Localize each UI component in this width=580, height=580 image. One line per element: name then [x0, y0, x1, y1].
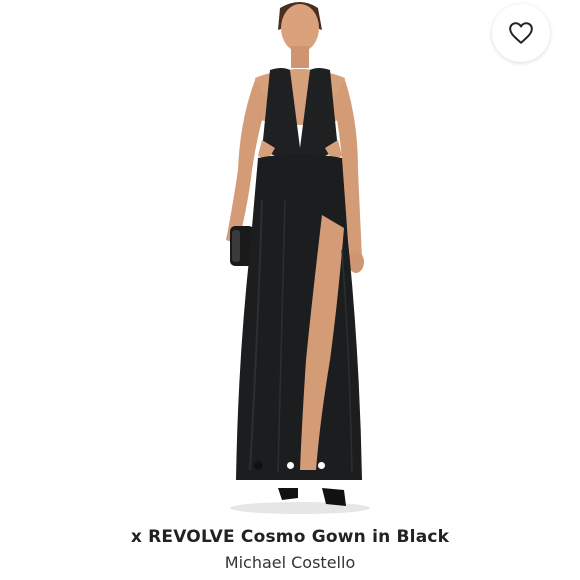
- listing-title[interactable]: x REVOLVE Cosmo Gown in Black: [0, 527, 580, 547]
- product-image[interactable]: [0, 0, 580, 515]
- favorite-button[interactable]: [492, 4, 550, 62]
- listing-card: x REVOLVE Cosmo Gown in Black Michael Co…: [0, 0, 580, 580]
- pagination-dot-1[interactable]: [254, 461, 263, 470]
- pagination-dot-3[interactable]: [317, 461, 326, 470]
- pagination-dot-2[interactable]: [286, 461, 295, 470]
- image-pagination: [0, 458, 580, 474]
- heart-outline-icon: [509, 22, 533, 44]
- brand-name[interactable]: Michael Costello: [0, 553, 580, 572]
